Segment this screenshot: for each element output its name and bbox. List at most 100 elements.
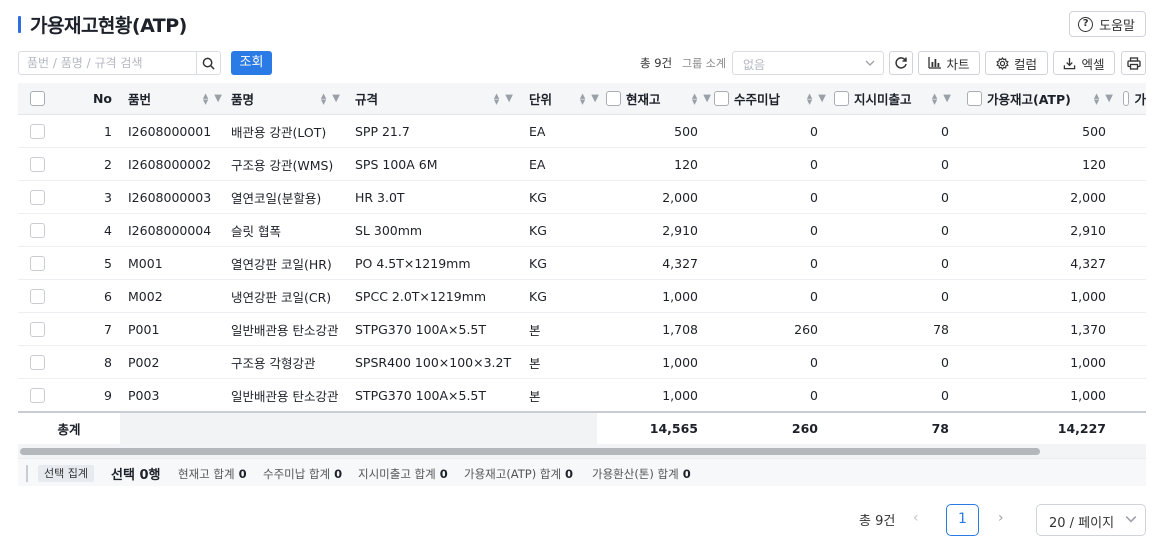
- search-box: [18, 51, 221, 75]
- header-undelivered-checkbox[interactable]: [834, 91, 849, 106]
- filter-icon[interactable]: ▼: [703, 93, 711, 104]
- row-checkbox[interactable]: [30, 247, 50, 279]
- table-row[interactable]: 4 I2608000004 슬릿 협폭 SL 300mm KG 2,910 0 0 2,910: [18, 214, 1146, 247]
- table-row[interactable]: 2 I2608000002 구조용 강관(WMS) SPS 100A 6M EA 120 0…: [18, 148, 1146, 181]
- sort-icon[interactable]: ▲ ▼: [580, 92, 585, 105]
- page-size-select[interactable]: 20 / 페이지: [1036, 504, 1146, 536]
- filter-icon[interactable]: ▼: [505, 93, 513, 104]
- grid-header-row: No 품번 ▲ ▼ ▼ 품명 ▲ ▼ ▼ 규격 ▲ ▼ ▼ 단위 ▲ ▼ ▼ 현재고 ▲ ▼ ▼ 수…: [18, 83, 1146, 115]
- sort-icon[interactable]: ▲ ▼: [692, 92, 697, 105]
- header-extra-col[interactable]: 가: [1123, 83, 1146, 114]
- columns-button[interactable]: 컬럼: [985, 51, 1048, 75]
- header-atp-col[interactable]: 가용재고(ATP) ▲ ▼ ▼: [967, 83, 1113, 114]
- sort-icon[interactable]: ▲ ▼: [494, 92, 499, 105]
- sort-icon[interactable]: ▲ ▼: [807, 92, 812, 105]
- selection-accent: [26, 465, 28, 482]
- cell-current: 4,327: [662, 255, 698, 271]
- header-select-all-checkbox[interactable]: [30, 83, 50, 114]
- row-checkbox[interactable]: [30, 313, 50, 345]
- title-accent-bar: [18, 16, 21, 33]
- cell-undelivered: 78: [933, 321, 949, 337]
- search-input[interactable]: [19, 52, 196, 74]
- group-subtotal-label: 그룹 소계: [682, 57, 726, 70]
- cell-undelivered: 0: [941, 288, 949, 304]
- summary-blank: [120, 413, 597, 444]
- header-name-col[interactable]: 품명 ▲ ▼ ▼: [231, 83, 346, 114]
- cell-spec: STPG370 100A×5.5T: [355, 321, 487, 337]
- print-button[interactable]: [1121, 51, 1146, 75]
- sort-icon[interactable]: ▲ ▼: [203, 92, 208, 105]
- table-row[interactable]: 5 M001 열연강판 코일(HR) PO 4.5T×1219mm KG 4,327 0 0 4…: [18, 247, 1146, 280]
- summary-atp: 14,227: [1057, 421, 1106, 436]
- chart-button[interactable]: 차트: [918, 51, 980, 75]
- filter-icon[interactable]: ▼: [818, 93, 826, 104]
- selection-tag: 선택 집계: [38, 465, 94, 482]
- table-row[interactable]: 6 M002 냉연강판 코일(CR) SPCC 2.0T×1219mm KG 1,000 0…: [18, 280, 1146, 313]
- scrollbar-thumb[interactable]: [20, 448, 1040, 455]
- header-atp-checkbox[interactable]: [967, 91, 982, 106]
- cell-name: 열연강판 코일(HR): [231, 256, 332, 272]
- filter-icon[interactable]: ▼: [591, 93, 599, 104]
- sort-icon[interactable]: ▲ ▼: [321, 92, 326, 105]
- row-checkbox[interactable]: [30, 148, 50, 180]
- refresh-button[interactable]: [889, 51, 913, 75]
- filter-icon[interactable]: ▼: [332, 93, 340, 104]
- help-button[interactable]: ? 도움말: [1069, 11, 1146, 37]
- total-count: 총 9건: [640, 56, 673, 70]
- header-undelivered-col[interactable]: 지시미출고 ▲ ▼ ▼: [834, 83, 951, 114]
- sort-icon[interactable]: ▲ ▼: [1094, 92, 1099, 105]
- row-checkbox[interactable]: [30, 379, 50, 411]
- header-extra-checkbox[interactable]: [1123, 91, 1130, 106]
- header-current-checkbox[interactable]: [606, 91, 621, 106]
- cell-atp: 1,000: [1070, 288, 1106, 304]
- cell-spec: PO 4.5T×1219mm: [355, 255, 471, 271]
- prev-page-button[interactable]: ‹: [913, 510, 919, 526]
- table-row[interactable]: 3 I2608000003 열연코일(분할용) HR 3.0T KG 2,000 0 0 2,0…: [18, 181, 1146, 214]
- cell-code: P002: [128, 354, 160, 370]
- filter-icon[interactable]: ▼: [1105, 93, 1113, 104]
- header-order-checkbox[interactable]: [714, 91, 729, 106]
- header-spec-col[interactable]: 규격 ▲ ▼ ▼: [355, 83, 519, 114]
- table-row[interactable]: 9 P003 일반배관용 탄소강관 STPG370 100A×5.5T 본 1,000 0 0…: [18, 379, 1146, 412]
- header-code-col[interactable]: 품번 ▲ ▼ ▼: [128, 83, 228, 114]
- header-code: 품번: [128, 92, 152, 107]
- table-row[interactable]: 7 P001 일반배관용 탄소강관 STPG370 100A×5.5T 본 1,708 26…: [18, 313, 1146, 346]
- page-button-current[interactable]: 1: [946, 504, 979, 536]
- row-checkbox[interactable]: [30, 346, 50, 378]
- excel-download-button[interactable]: 엑셀: [1053, 51, 1115, 75]
- horizontal-scrollbar[interactable]: [18, 444, 1146, 458]
- table-row[interactable]: 8 P002 구조용 각형강관 SPSR400 100×100×3.2T 본 1,000 0…: [18, 346, 1146, 379]
- cell-spec: STPG370 100A×5.5T: [355, 387, 487, 403]
- group-subtotal-select[interactable]: 없음: [732, 51, 884, 75]
- header-unit-col[interactable]: 단위 ▲ ▼ ▼: [529, 83, 605, 114]
- search-button[interactable]: [196, 52, 220, 74]
- summary-order: 260: [791, 421, 818, 436]
- header-extra: 가: [1134, 92, 1146, 107]
- row-checkbox[interactable]: [30, 181, 50, 213]
- cell-atp: 2,000: [1070, 189, 1106, 205]
- row-checkbox[interactable]: [30, 214, 50, 246]
- table-row[interactable]: 1 I2608000001 배관용 강관(LOT) SPP 21.7 EA 500 0 0 50…: [18, 115, 1146, 148]
- cell-name: 구조용 강관(WMS): [231, 157, 334, 173]
- next-page-button[interactable]: ›: [998, 510, 1004, 526]
- cell-no: 5: [104, 255, 112, 271]
- selection-count: 선택 0행: [111, 468, 161, 483]
- sort-icon[interactable]: ▲ ▼: [932, 92, 937, 105]
- header-current-col[interactable]: 현재고 ▲ ▼ ▼: [606, 83, 711, 114]
- selection-sum-undelivered: 지시미출고 합계 0: [358, 467, 448, 481]
- cell-code: M001: [128, 255, 163, 271]
- row-checkbox[interactable]: [30, 115, 50, 147]
- summary-current: 14,565: [649, 421, 698, 436]
- question-circle-icon: ?: [1078, 16, 1094, 32]
- filter-icon[interactable]: ▼: [943, 93, 951, 104]
- row-checkbox[interactable]: [30, 280, 50, 312]
- cell-current: 120: [674, 156, 698, 172]
- cell-atp: 120: [1082, 156, 1106, 172]
- query-button[interactable]: 조회: [231, 51, 272, 75]
- filter-icon[interactable]: ▼: [214, 93, 222, 104]
- cell-undelivered: 0: [941, 387, 949, 403]
- selection-sum-tons: 가용환산(톤) 합계 0: [592, 467, 691, 481]
- cell-spec: HR 3.0T: [355, 189, 405, 205]
- header-order-col[interactable]: 수주미납 ▲ ▼ ▼: [714, 83, 826, 114]
- cell-order: 0: [810, 288, 818, 304]
